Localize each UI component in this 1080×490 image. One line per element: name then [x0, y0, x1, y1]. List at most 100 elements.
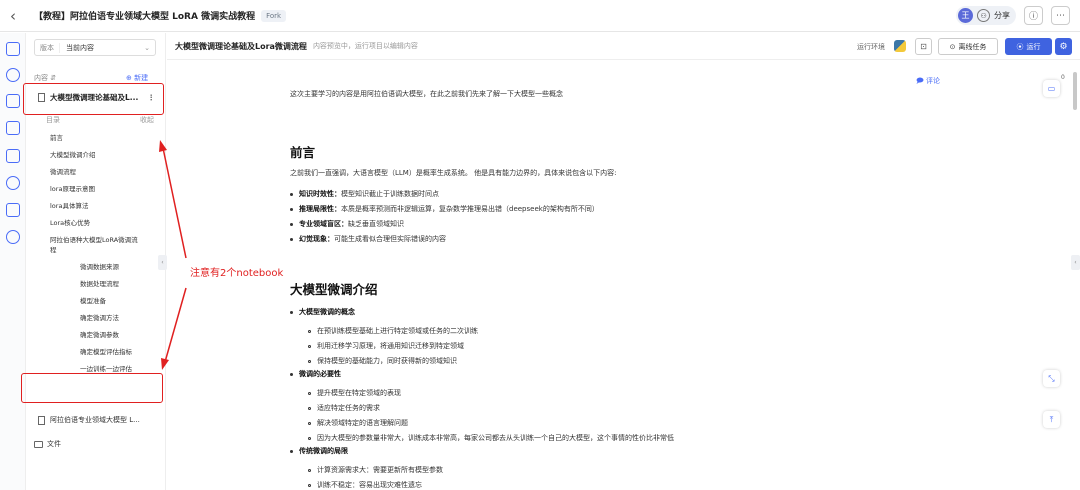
notebook-2-label: 阿拉伯语专业领域大模型 L... [50, 416, 140, 424]
avatar[interactable]: 王 [958, 8, 973, 23]
python-icon[interactable] [894, 40, 906, 52]
database-icon[interactable] [6, 68, 20, 82]
toc-item[interactable]: lora原理示意图 [50, 183, 95, 193]
run-button[interactable]: ⦿ 运行 [1005, 38, 1052, 55]
toc-item[interactable]: lora具体算法 [50, 200, 88, 210]
bullet [290, 310, 293, 314]
play-icon[interactable] [6, 149, 20, 163]
project-title: 【教程】阿拉伯语专业领域大模型 LoRA 微调实战教程 [34, 12, 256, 22]
bullet-text: 训练不稳定：容易出现灾难性遗忘 [317, 481, 422, 489]
chip-icon[interactable] [6, 94, 20, 108]
annotation-arrows [159, 140, 187, 370]
list-item: 训练不稳定：容易出现灾难性遗忘 [308, 480, 422, 490]
intro-text: 这次主要学习的内容是用阿拉伯语调大模型，在此之前我们先来了解一下大模型一些概念 [290, 90, 563, 98]
list-item: 传统微调的局限 [290, 446, 348, 456]
fork-badge: Fork [261, 9, 287, 22]
list-item: 大模型微调的概念 [290, 307, 355, 317]
list-item: 微调的必要性 [290, 369, 341, 379]
new-button[interactable]: ⊕ 新建 [126, 73, 148, 83]
more-options-button[interactable]: ⋯ [1051, 6, 1070, 25]
chat-icon[interactable]: ▭ [1043, 80, 1060, 97]
section-title: 大模型微调的概念 [299, 308, 355, 316]
files-folder[interactable]: 文件 [34, 439, 61, 449]
annotation-arrow-up [162, 147, 187, 259]
right-panel-collapse-handle[interactable]: ‹ [1071, 255, 1080, 270]
toc-subitem[interactable]: 模型准备 [80, 295, 106, 305]
bullet-bold: 知识时效性： [299, 190, 341, 198]
chevron-down-icon: ⌄ [144, 43, 150, 52]
bullet-text: 缺乏垂直领域知识 [348, 220, 404, 228]
bullet-bold: 幻觉现象： [299, 235, 334, 243]
toc-subitem[interactable]: 微调数据来源 [80, 261, 119, 271]
bullet-bold: 推理局限性： [299, 205, 341, 213]
preview-hint: 内容预览中，运行项目以编辑内容 [312, 42, 418, 50]
toc-item[interactable]: 程 [50, 244, 57, 254]
bullet [308, 468, 311, 472]
files-label: 文件 [47, 440, 61, 448]
branch-icon[interactable] [6, 203, 20, 217]
toc-header: 目录 收起 [46, 115, 154, 125]
bullet [308, 421, 311, 425]
share-chip[interactable]: 王 ⚇ 分享 [956, 6, 1016, 25]
fullscreen-icon[interactable]: ⤡ [1043, 370, 1060, 387]
list-item: 计算资源需求大：需要更新所有模型参数 [308, 465, 443, 475]
toc-item[interactable]: 前言 [50, 132, 63, 142]
bullet-text: 模型知识截止于训练数据时间点 [341, 190, 439, 198]
document-content: 这次主要学习的内容是用阿拉伯语调大模型，在此之前我们先来了解一下大模型一些概念 … [290, 60, 990, 490]
list-item: 专业领域盲区：缺乏垂直领域知识 [290, 219, 404, 229]
annotation-text: 注意有2个notebook [190, 268, 284, 279]
toc-item[interactable]: 微调流程 [50, 166, 76, 176]
list-item: 提升模型在特定领域的表现 [308, 388, 401, 398]
version-label: 版本 [35, 42, 60, 53]
list-item: 解决领域特定的语言理解问题 [308, 418, 408, 428]
bullet [290, 222, 293, 226]
bullet-text: 本质是概率预测而非逻辑运算，复杂数学推理易出错（deepseek的架构有所不同） [341, 205, 599, 213]
bullet [290, 207, 293, 211]
bullet-text: 在预训练模型基础上进行特定领域或任务的二次训练 [317, 327, 478, 335]
document-icon [38, 415, 45, 425]
annotation-box-notebook-2 [21, 373, 163, 403]
notebook-item-2[interactable]: 阿拉伯语专业领域大模型 L... [33, 411, 161, 429]
clock-icon: ⊙ [949, 42, 956, 51]
content-label[interactable]: 内容 ⇵ [34, 73, 56, 83]
toc-subitem[interactable]: 确定模型评估指标 [80, 346, 132, 356]
toc-subitem[interactable]: 确定微调参数 [80, 329, 119, 339]
list-item: 因为大模型的参数量非常大，训练成本非常高，每家公司都去从头训练一个自己的大模型，… [308, 433, 674, 443]
notebook-icon[interactable] [6, 42, 20, 56]
back-to-top-icon[interactable]: ⤒ [1043, 411, 1060, 428]
list-item: 幻觉现象：可能生成看似合理但实际错误的内容 [290, 234, 446, 244]
toc-item[interactable]: 大模型微调介绍 [50, 149, 96, 159]
version-value: 当前内容 [66, 43, 94, 52]
toc-item[interactable]: Lora核心优势 [50, 217, 90, 227]
toc-subitem[interactable]: 数据处理流程 [80, 278, 119, 288]
annotation-arrow-down [164, 287, 187, 363]
top-bar: ‹ 【教程】阿拉伯语专业领域大模型 LoRA 微调实战教程 Fork 王 ⚇ 分… [0, 0, 1080, 32]
list-item: 适应特定任务的需求 [308, 403, 380, 413]
bullet [308, 406, 311, 410]
offline-task-button[interactable]: ⊙ 离线任务 [938, 38, 998, 55]
bullet-text: 解决领域特定的语言理解问题 [317, 419, 408, 427]
file-icon[interactable] [6, 121, 20, 135]
bullet [290, 192, 293, 196]
export-button[interactable]: ⊡ [915, 38, 932, 55]
info-button[interactable]: ⓘ [1024, 6, 1043, 25]
annotation-arrowhead-down [161, 358, 169, 370]
target-icon[interactable] [6, 176, 20, 190]
toc-subitem[interactable]: 确定微调方法 [80, 312, 119, 322]
gear-icon[interactable]: ⚙ [1055, 38, 1072, 55]
toc-item[interactable]: 阿拉伯语种大模型LoRA微调流 [50, 234, 138, 244]
folder-icon [34, 440, 43, 448]
bullet-text: 利用迁移学习原理，将通用知识迁移到特定领域 [317, 342, 464, 350]
heading-preface: 前言 [290, 145, 316, 160]
network-icon[interactable] [6, 230, 20, 244]
list-item: 知识时效性：模型知识截止于训练数据时间点 [290, 189, 439, 199]
scrollbar-thumb[interactable] [1073, 72, 1077, 110]
back-button[interactable]: ‹ [0, 7, 26, 25]
version-select[interactable]: 版本 当前内容 ⌄ [34, 39, 156, 56]
bullet [290, 372, 293, 376]
toc-subitem[interactable]: 一边训练一边评估 [80, 363, 132, 373]
bullet-bold: 专业领域盲区： [299, 220, 348, 228]
toc-collapse-button[interactable]: 收起 [140, 115, 154, 125]
list-item: 利用迁移学习原理，将通用知识迁移到特定领域 [308, 341, 464, 351]
runtime-env-label: 运行环境 [857, 43, 885, 51]
